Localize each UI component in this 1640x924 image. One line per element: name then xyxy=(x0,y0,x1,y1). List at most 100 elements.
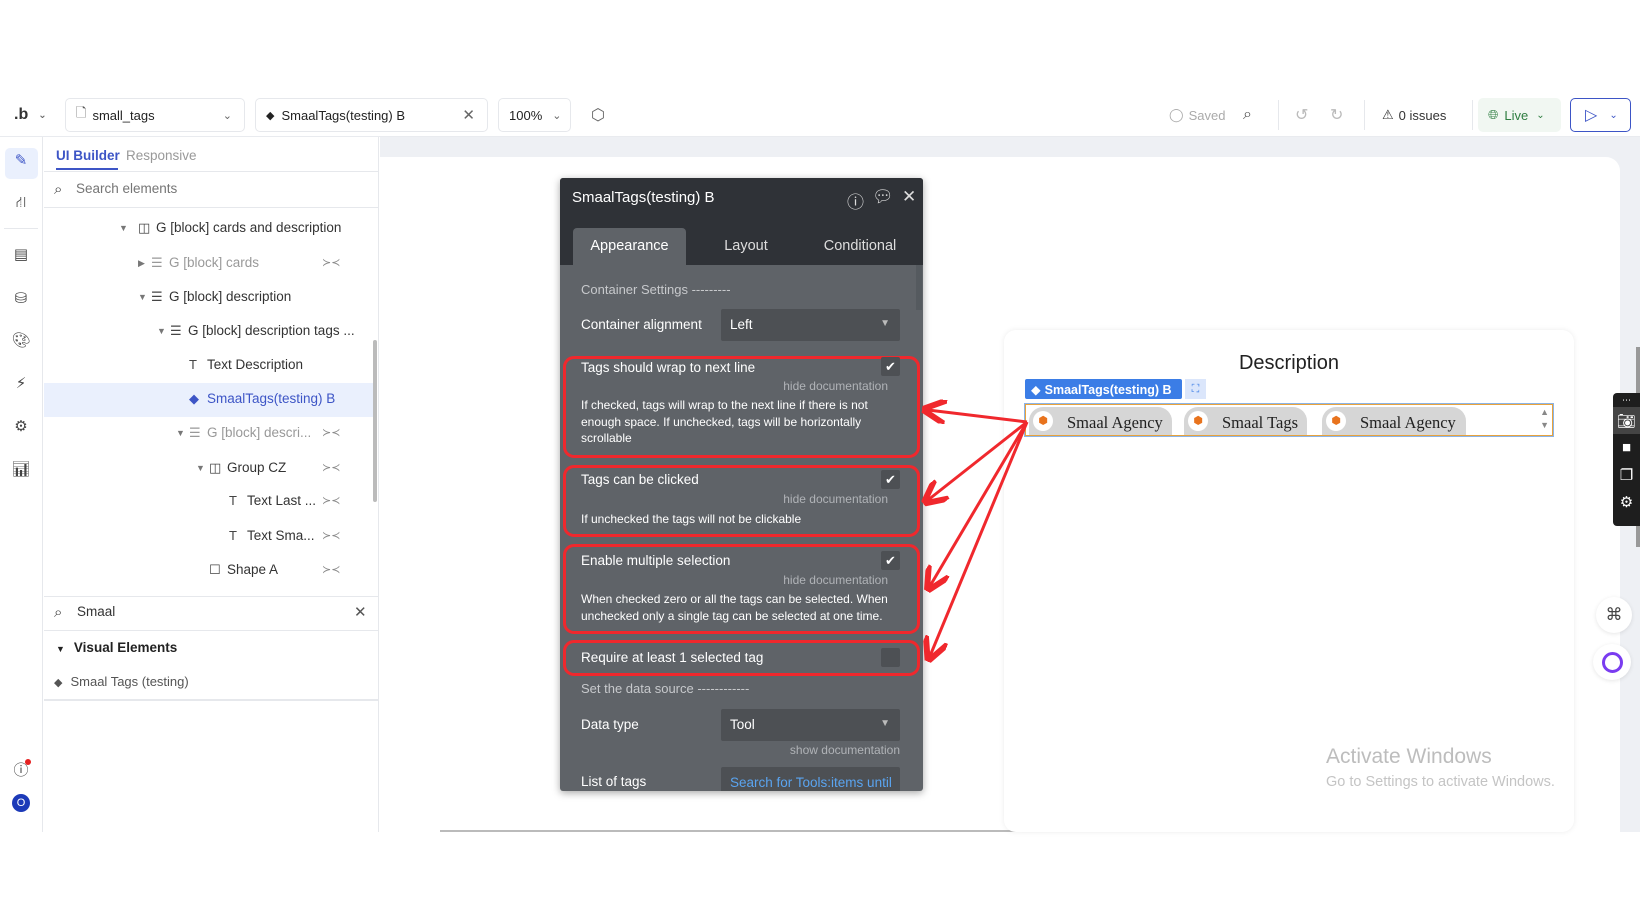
tag-pill[interactable]: ⬢ Smaal Agency xyxy=(1029,407,1172,435)
tag-icon: ◆ xyxy=(266,109,275,122)
multiple-selection-checkbox[interactable]: ✔ xyxy=(881,551,900,570)
pe-scrollbar[interactable] xyxy=(916,265,922,310)
tag-logo-icon: ⬢ xyxy=(1188,411,1208,431)
more-icon[interactable]: ⋯ xyxy=(1622,395,1631,407)
palette-icon[interactable]: 🎨︎ xyxy=(11,330,31,350)
caret-down-icon[interactable]: ▼ xyxy=(157,326,166,336)
close-icon[interactable]: ✕ xyxy=(902,187,916,207)
tab-appearance[interactable]: Appearance xyxy=(573,238,686,254)
chevron-down-icon: ⌄ xyxy=(1609,109,1618,121)
caret-down-icon[interactable]: ▼ xyxy=(119,223,128,233)
left-rail: ✎ ⛙ ▤ ⛁ 🎨︎ ⚡︎ ⚙ 📊︎ ⓘ O xyxy=(0,137,43,832)
tree-item[interactable]: ▼ ◫ G [block] cards and description xyxy=(44,212,373,246)
element-search-input[interactable] xyxy=(77,604,327,619)
clear-search-icon[interactable]: ✕ xyxy=(354,603,367,621)
selected-label-text: SmaalTags(testing) B xyxy=(1044,383,1172,397)
tree-item[interactable]: ▶ ☰ G [block] cards ≻≺ xyxy=(44,247,373,281)
option-label: Tags can be clicked xyxy=(581,472,699,487)
zoom-selector[interactable]: 100% ⌄ xyxy=(498,98,571,132)
user-avatar[interactable]: O xyxy=(12,794,30,812)
settings-icon[interactable]: ⚙ xyxy=(11,416,31,436)
plugin-icon[interactable]: ⚡︎ xyxy=(11,373,31,393)
eye-closed-icon[interactable]: ≻≺ xyxy=(322,461,340,474)
tree-item[interactable]: ▼ ◫ Group CZ ≻≺ xyxy=(44,452,373,486)
chevron-down-icon: ⌄ xyxy=(222,109,232,122)
caret-down-icon[interactable]: ▼ xyxy=(138,292,147,302)
search-icon[interactable]: ⌕ xyxy=(1243,104,1252,126)
close-icon[interactable]: ✕ xyxy=(462,106,475,124)
assistant-bot-icon[interactable] xyxy=(1593,644,1631,680)
app-menu-button[interactable]: .b ⌄ xyxy=(14,104,47,126)
tree-item[interactable]: ▼ ☰ G [block] description tags ... xyxy=(44,315,373,349)
hide-documentation-link[interactable]: hide documentation xyxy=(783,573,888,587)
styles-layout-icon[interactable]: ▤ xyxy=(11,244,31,264)
caret-right-icon[interactable]: ▶ xyxy=(138,258,145,269)
undo-icon[interactable]: ↺ xyxy=(1295,104,1308,126)
clickable-checkbox[interactable]: ✔ xyxy=(881,470,900,489)
caret-down-icon[interactable]: ▼ xyxy=(196,463,205,473)
command-icon[interactable]: ⌘ xyxy=(1596,597,1632,633)
live-version-button[interactable]: 🌐︎ Live ⌄ xyxy=(1478,98,1561,132)
text-icon: T xyxy=(229,528,237,543)
help-icon[interactable]: ⓘ xyxy=(11,759,31,779)
eye-closed-icon[interactable]: ≻≺ xyxy=(322,426,340,439)
windows-icon[interactable]: ❐ xyxy=(1613,461,1640,488)
scroll-arrows[interactable]: ▲ ▼ xyxy=(1540,406,1549,432)
play-icon: ▷ xyxy=(1585,107,1598,124)
section-container-settings: Container Settings --------- xyxy=(581,282,731,297)
container-alignment-dropdown[interactable]: Left ▼ xyxy=(721,309,900,341)
tag-pill[interactable]: ⬢ Smaal Tags xyxy=(1184,407,1307,435)
tree-item[interactable]: ▼ ☰ G [block] description xyxy=(44,281,373,315)
tab-ui-builder[interactable]: UI Builder xyxy=(56,148,120,163)
cube-icon[interactable]: ⬡ xyxy=(591,104,605,126)
database-icon[interactable]: ⛁ xyxy=(11,288,31,308)
page-selector[interactable]: 🗋 small_tags ⌄ xyxy=(65,98,245,132)
tab-responsive[interactable]: Responsive xyxy=(126,148,197,163)
comment-icon[interactable]: 💬︎ xyxy=(872,187,894,207)
eye-closed-icon[interactable]: ≻≺ xyxy=(322,256,340,269)
list-of-tags-field[interactable]: Search for Tools:items until xyxy=(721,767,900,791)
workflow-icon[interactable]: ⛙ xyxy=(11,193,31,213)
info-icon[interactable]: ⓘ xyxy=(847,188,864,213)
tree-item-label: SmaalTags(testing) B xyxy=(207,391,336,406)
search-elements-input[interactable] xyxy=(76,181,366,196)
camera-icon[interactable]: 📷︎ xyxy=(1613,407,1640,434)
tree-item[interactable]: T Text Last ... ≻≺ xyxy=(44,485,373,519)
show-documentation-link[interactable]: show documentation xyxy=(790,743,900,757)
tab-conditional[interactable]: Conditional xyxy=(800,238,920,254)
shape-icon: ☐ xyxy=(209,562,221,577)
pencil-icon[interactable]: ✎ xyxy=(11,150,31,170)
result-item-smaal-tags[interactable]: ◆ Smaal Tags (testing) xyxy=(54,674,189,689)
group-columns-icon: ◫ xyxy=(209,460,222,475)
tree-item[interactable]: ▼ ☰ G [block] descri... ≻≺ xyxy=(44,417,373,451)
element-selector[interactable]: ◆ SmaalTags(testing) B ✕ xyxy=(255,98,488,132)
globe-icon: 🌐︎ xyxy=(1488,107,1499,122)
preview-button[interactable]: ▷ ⌄ xyxy=(1570,98,1631,132)
tree-item[interactable]: T Text Description xyxy=(44,349,373,383)
require-selection-checkbox[interactable] xyxy=(881,648,900,667)
visual-elements-header[interactable]: ▼ Visual Elements xyxy=(56,640,177,655)
tag-pill[interactable]: ⬢ Smaal Agency xyxy=(1322,407,1466,435)
tree-item[interactable]: ◆ SmaalTags(testing) B xyxy=(44,383,373,417)
tree-item[interactable]: T Text Sma... ≻≺ xyxy=(44,520,373,554)
tree-item[interactable]: ☐ Shape A ≻≺ xyxy=(44,554,373,588)
selected-element-label[interactable]: ◆ SmaalTags(testing) B xyxy=(1025,379,1182,399)
hierarchy-icon[interactable]: ⛶ xyxy=(1185,379,1206,399)
tab-layout[interactable]: Layout xyxy=(686,238,806,254)
wrap-checkbox[interactable]: ✔ xyxy=(881,357,900,376)
group-rows-icon: ☰ xyxy=(170,323,182,338)
video-icon[interactable]: ■ xyxy=(1613,434,1640,461)
redo-icon[interactable]: ↻ xyxy=(1330,104,1343,126)
data-type-dropdown[interactable]: Tool ▼ xyxy=(721,709,900,741)
hide-documentation-link[interactable]: hide documentation xyxy=(783,379,888,393)
settings-icon[interactable]: ⚙ xyxy=(1613,488,1640,515)
caret-down-icon[interactable]: ▼ xyxy=(176,428,185,438)
analytics-icon[interactable]: 📊︎ xyxy=(11,459,31,479)
eye-closed-icon[interactable]: ≻≺ xyxy=(322,494,340,507)
eye-closed-icon[interactable]: ≻≺ xyxy=(322,529,340,542)
list-of-tags-label: List of tags xyxy=(581,774,647,789)
eye-closed-icon[interactable]: ≻≺ xyxy=(322,563,340,576)
issues-button[interactable]: ⚠ 0 issues xyxy=(1382,104,1446,126)
hide-documentation-link[interactable]: hide documentation xyxy=(783,492,888,506)
tree-scrollbar[interactable] xyxy=(373,340,377,502)
